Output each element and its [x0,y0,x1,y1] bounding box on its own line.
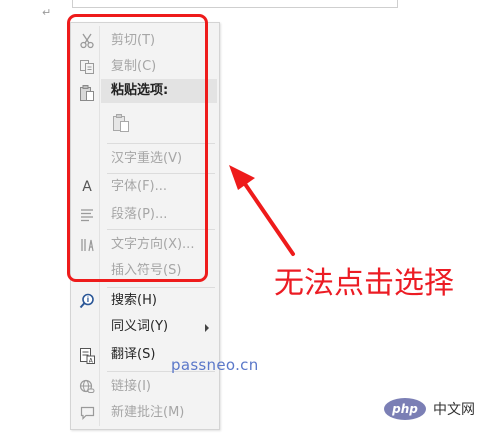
menu-item-label: 新建批注(M) [111,405,185,420]
menu-item-link[interactable]: 链接(I) [73,375,217,399]
comment-icon [77,403,97,423]
link-icon [77,377,97,397]
php-logo: php 中文网 [383,396,475,422]
menu-item-label: 链接(I) [111,379,151,394]
submenu-arrow-icon [205,324,209,332]
php-badge-text: php [391,402,418,416]
php-badge-icon: php [384,398,426,420]
paragraph-mark: ↵ [42,6,52,19]
menu-item-label: 同义词(Y) [111,319,169,334]
search-icon: i [77,291,97,311]
menu-separator [107,287,215,288]
menu-item-label: 搜索(H) [111,293,157,308]
red-highlight-box [67,14,208,282]
document-page-edge [72,0,398,8]
menu-item-synonyms[interactable]: 同义词(Y) [73,315,217,339]
menu-item-search[interactable]: i 搜索(H) [73,289,217,313]
menu-item-new-comment[interactable]: 新建批注(M) [73,401,217,425]
watermark-text: passneo.cn [171,356,259,374]
logo-text: 中文网 [433,402,475,418]
svg-text:i: i [87,296,89,304]
menu-item-label: 翻译(S) [111,347,156,362]
annotation-text: 无法点击选择 [274,266,454,301]
translate-icon: A [77,345,97,365]
